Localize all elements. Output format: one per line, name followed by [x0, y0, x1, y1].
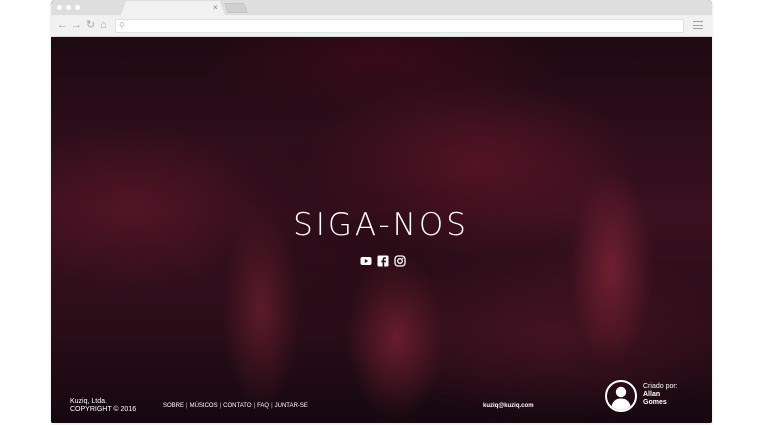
copyright-text: COPYRIGHT © 2016	[70, 406, 137, 413]
back-arrow-icon[interactable]: ←	[57, 18, 68, 32]
footer-nav: SOBRE | MÚSICOS | CONTATO | FAQ | JUNTAR…	[163, 403, 308, 410]
footer-link-sobre[interactable]: SOBRE	[163, 403, 184, 410]
contact-email-link[interactable]: kuziq@kuziq.com	[483, 403, 534, 410]
address-bar[interactable]: ⚲	[115, 19, 684, 33]
footer-link-contato[interactable]: CONTATO	[223, 403, 251, 410]
close-window-dot[interactable]	[57, 5, 62, 10]
browser-toolbar: ← → ↻ ⌂ ⚲	[51, 15, 712, 37]
new-tab-button[interactable]	[224, 3, 248, 13]
company-name: Kuziq, Ltda.	[70, 398, 107, 405]
youtube-icon[interactable]	[360, 255, 372, 267]
footer-separator: |	[186, 403, 188, 409]
page-heading: SIGA-NOS	[293, 207, 469, 243]
footer-separator: |	[219, 403, 222, 409]
creator-avatar-icon[interactable]	[605, 380, 637, 412]
tab-close-icon[interactable]: ×	[213, 2, 218, 14]
footer-link-musicos[interactable]: MÚSICOS	[190, 403, 218, 410]
browser-window: × ← → ↻ ⌂ ⚲ SIGA-NOS Kuziq, Ltda. COPYRI…	[51, 0, 712, 423]
window-controls	[57, 5, 80, 10]
url-input[interactable]	[130, 20, 670, 32]
footer-separator: |	[271, 403, 273, 409]
footer-company: Kuziq, Ltda. COPYRIGHT © 2016	[70, 398, 136, 414]
facebook-icon[interactable]	[377, 255, 389, 267]
footer-link-juntar-se[interactable]: JUNTAR-SE	[275, 403, 308, 410]
footer-separator: |	[253, 403, 256, 409]
home-icon[interactable]: ⌂	[100, 18, 107, 32]
forward-arrow-icon[interactable]: →	[71, 18, 82, 32]
reload-icon[interactable]: ↻	[86, 18, 95, 32]
browser-titlebar: ×	[51, 0, 712, 15]
social-links	[360, 255, 406, 267]
browser-tab[interactable]: ×	[121, 1, 225, 15]
creator-credit: Criado por: Allan Gomes	[643, 383, 678, 407]
minimize-window-dot[interactable]	[66, 5, 71, 10]
credit-first-name: Allan	[643, 391, 661, 398]
screenshot-stage: × ← → ↻ ⌂ ⚲ SIGA-NOS Kuziq, Ltda. COPYRI…	[0, 0, 763, 425]
instagram-icon[interactable]	[394, 255, 406, 267]
maximize-window-dot[interactable]	[75, 5, 80, 10]
footer-link-faq[interactable]: FAQ	[257, 403, 269, 410]
credit-label: Criado por:	[643, 383, 678, 390]
credit-last-name: Gomes	[643, 399, 667, 406]
hamburger-menu-icon[interactable]	[693, 19, 703, 31]
search-icon: ⚲	[119, 21, 125, 30]
hero-section: SIGA-NOS Kuziq, Ltda. COPYRIGHT © 2016 S…	[51, 37, 712, 423]
